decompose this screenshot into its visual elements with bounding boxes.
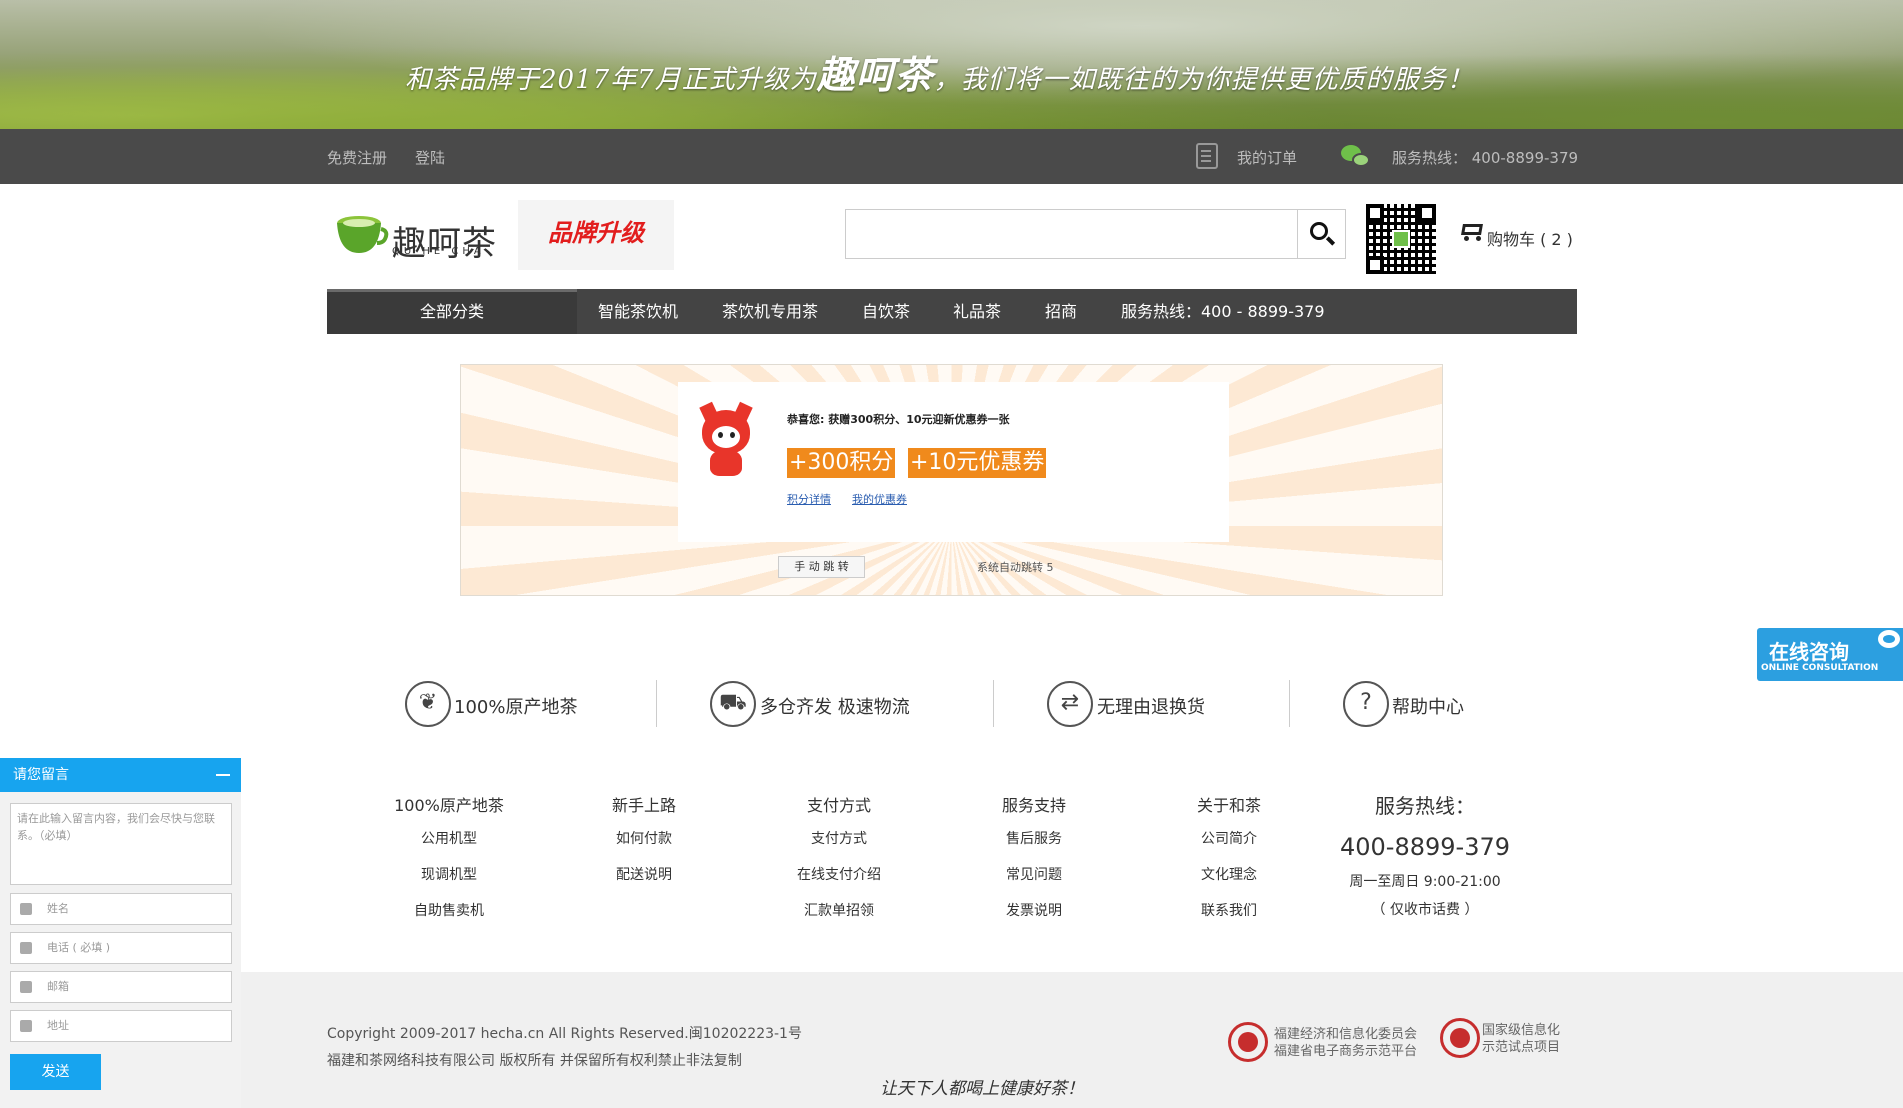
online-consultation-button[interactable]: 在线咨询 ONLINE CONSULTATION	[1757, 628, 1903, 681]
footer-link[interactable]: 在线支付介绍	[764, 864, 914, 900]
footer-link[interactable]: 现调机型	[374, 864, 524, 900]
feature-divider	[1289, 680, 1290, 727]
seal-icon	[1228, 1022, 1268, 1062]
mail-icon	[20, 981, 32, 993]
name-field[interactable]: 姓名	[10, 893, 232, 925]
footer-slogan: 让天下人都喝上健康好茶！	[880, 1079, 1084, 1099]
location-icon	[20, 1020, 32, 1032]
company-text: 福建和茶网络科技有限公司 版权所有 并保留所有权利禁止非法复制	[327, 1053, 742, 1069]
phone-icon	[20, 942, 32, 954]
nav-item-self-drink[interactable]: 自饮茶	[862, 289, 910, 334]
my-orders-link[interactable]: 我的订单	[1237, 147, 1297, 168]
user-icon	[20, 903, 32, 915]
feature-origin-tea: 100%原产地茶	[454, 697, 578, 718]
footer-col-payment: 支付方式 支付方式 在线支付介绍 汇款单招领	[764, 792, 914, 936]
footer-hotline: 服务热线： 400-8899-379 周一至周日 9:00-21:00 （ 仅收…	[1330, 790, 1520, 919]
footer-link[interactable]: 售后服务	[959, 828, 1109, 864]
seal2-text[interactable]: 国家级信息化 示范试点项目	[1482, 1022, 1560, 1056]
footer-link[interactable]: 文化理念	[1154, 864, 1304, 900]
leaf-icon: ❦	[405, 681, 451, 727]
nav-all-categories[interactable]: 全部分类	[327, 289, 577, 334]
footer-link[interactable]: 汇款单招领	[764, 900, 914, 936]
topbar-hotline: 服务热线： 400-8899-379	[1392, 149, 1579, 167]
send-button[interactable]: 发送	[10, 1054, 101, 1090]
email-field[interactable]: 邮箱	[10, 971, 232, 1003]
nav-all-underline	[327, 289, 577, 292]
message-form-title[interactable]: 请您留言	[0, 758, 241, 792]
minimize-icon[interactable]	[216, 774, 230, 776]
feature-divider	[656, 680, 657, 727]
footer-col-title: 支付方式	[806, 796, 871, 815]
footer-link[interactable]: 配送说明	[569, 864, 719, 900]
footer-link[interactable]: 联系我们	[1154, 900, 1304, 936]
footer-col-about: 关于和茶 公司简介 文化理念 联系我们	[1154, 792, 1304, 936]
nav-item-machine-tea[interactable]: 茶饮机专用茶	[722, 289, 818, 334]
promo-message: 恭喜您: 获赠300积分、10元迎新优惠券一张	[787, 413, 1010, 426]
cart-icon[interactable]	[1458, 220, 1484, 241]
hotline-number: 400-8899-379	[1339, 833, 1510, 861]
banner-brand: 趣呵茶	[816, 52, 934, 97]
fox-mascot-icon	[696, 401, 758, 480]
cart-link[interactable]: 购物车 ( 2 )	[1487, 226, 1573, 250]
footer-link[interactable]: 常见问题	[959, 864, 1109, 900]
footer-col-title: 新手上路	[611, 796, 676, 815]
footer-link[interactable]: 如何付款	[569, 828, 719, 864]
hotline-note: （ 仅收市话费 ）	[1371, 902, 1479, 918]
feature-returns: 无理由退换货	[1097, 697, 1205, 718]
hotline-hours: 周一至周日 9:00-21:00	[1349, 874, 1501, 890]
points-detail-link[interactable]: 积分详情	[787, 491, 831, 507]
nav-hotline: 服务热线：400 - 8899-379	[1121, 302, 1325, 321]
nav-item-gift-tea[interactable]: 礼品茶	[953, 289, 1001, 334]
footer-col-title: 服务支持	[1001, 796, 1066, 815]
points-tag: +300积分	[787, 448, 896, 478]
question-icon[interactable]: ?	[1343, 681, 1389, 727]
search-icon	[1310, 222, 1328, 240]
footer-link[interactable]: 支付方式	[764, 828, 914, 864]
copyright-text: Copyright 2009-2017 hecha.cn All Rights …	[327, 1026, 802, 1042]
logo-cup-icon[interactable]	[335, 213, 389, 257]
seal-icon	[1440, 1018, 1480, 1058]
phone-field[interactable]: 电话 ( 必填 )	[10, 932, 232, 964]
online-subtitle: ONLINE CONSULTATION	[1761, 663, 1879, 673]
wechat-icon[interactable]	[1341, 145, 1371, 169]
order-icon[interactable]	[1196, 143, 1218, 169]
footer-col-origin: 100%原产地茶 公用机型 现调机型 自助售卖机	[374, 792, 524, 936]
footer-link[interactable]: 发票说明	[959, 900, 1109, 936]
register-link[interactable]: 免费注册	[327, 147, 387, 168]
brand-upgrade-badge[interactable]: 品牌升级	[518, 200, 674, 270]
logo-text[interactable]: 趣呵茶	[392, 216, 497, 265]
login-link[interactable]: 登陆	[415, 147, 445, 168]
feature-help-center[interactable]: 帮助中心	[1392, 693, 1464, 719]
message-content-input[interactable]: 请在此输入留言内容，我们会尽快与您联系。（必填）	[10, 803, 232, 885]
footer-link[interactable]: 公司简介	[1154, 828, 1304, 864]
chat-bubble-icon	[1878, 630, 1900, 648]
online-title: 在线咨询	[1769, 640, 1849, 664]
footer-col-title: 关于和茶	[1196, 796, 1261, 815]
hotline-title: 服务热线：	[1375, 794, 1475, 818]
feature-divider	[993, 680, 994, 727]
feature-logistics: 多仓齐发 极速物流	[760, 697, 910, 718]
footer-link[interactable]: 自助售卖机	[374, 900, 524, 936]
footer-col-title: 100%原产地茶	[394, 796, 504, 815]
footer-link[interactable]: 公用机型	[374, 828, 524, 864]
address-field[interactable]: 地址	[10, 1010, 232, 1042]
exchange-icon: ⇄	[1047, 681, 1093, 727]
qr-code	[1366, 204, 1436, 274]
truck-icon: ⛟	[710, 681, 756, 727]
footer-col-support: 服务支持 售后服务 常见问题 发票说明	[959, 792, 1109, 936]
nav-item-smart-machine[interactable]: 智能茶饮机	[598, 289, 678, 334]
top-bar	[0, 129, 1903, 184]
banner-slogan: 和茶品牌于2017年7月正式升级为趣呵茶，我们将一如既往的为你提供更优质的服务！	[405, 52, 1474, 97]
manual-jump-button[interactable]: 手 动 跳 转	[778, 556, 865, 578]
nav-item-investment[interactable]: 招商	[1045, 289, 1077, 334]
search-button[interactable]	[1297, 209, 1346, 259]
auto-jump-countdown: 系统自动跳转 5	[977, 561, 1054, 574]
logo-subtitle: QU HE CHA	[392, 246, 485, 257]
coupon-tag: +10元优惠券	[908, 448, 1047, 478]
my-coupons-link[interactable]: 我的优惠券	[852, 491, 907, 507]
seal1-text[interactable]: 福建经济和信息化委员会 福建省电子商务示范平台	[1274, 1026, 1417, 1060]
footer-col-newbie: 新手上路 如何付款 配送说明	[569, 792, 719, 900]
search-input[interactable]	[845, 209, 1298, 259]
